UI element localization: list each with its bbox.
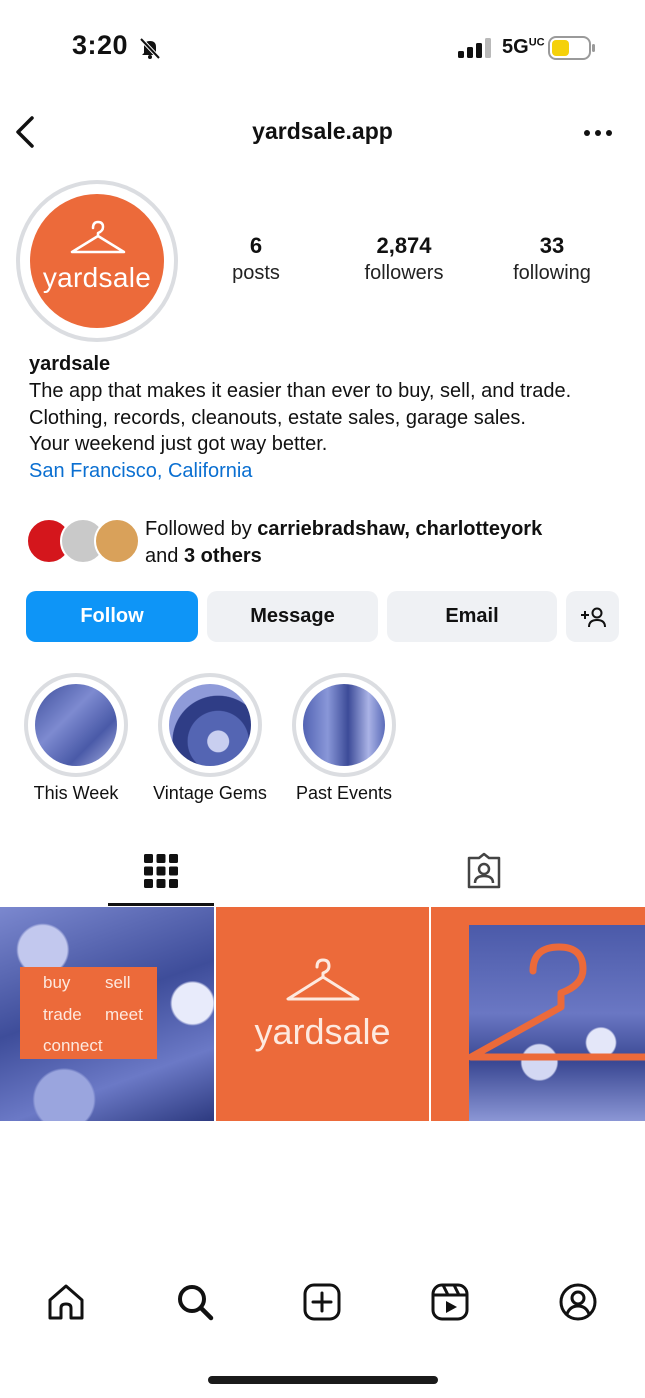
follow-button[interactable]: Follow [26,591,198,642]
post-wordmark: yardsale [254,1011,391,1052]
hanger-icon [286,958,360,1001]
battery-icon [548,36,595,60]
highlight-label: Past Events [295,783,393,803]
message-button[interactable]: Message [207,591,378,642]
tab-tagged[interactable] [430,838,536,906]
status-time: 3:20 [72,30,129,60]
post-tile[interactable]: yardsale [216,907,429,1121]
stat-following[interactable]: 33 following [482,232,622,286]
signal-icon [458,38,491,58]
post-tile[interactable]: buy sell trade meet connect [0,907,214,1121]
nav-header: yardsale.app [0,100,645,164]
status-bar: 3:20 5GUC [0,0,645,96]
post-word: trade [43,1005,82,1024]
bottom-nav [0,1266,645,1338]
bell-slash-icon [139,37,161,60]
profile-tabs [0,838,645,906]
post-word: buy [43,973,71,992]
suggest-people-button[interactable] [566,591,619,642]
highlight-label: Vintage Gems [153,783,267,803]
followed-by-text: Followed by carriebradshaw, charlotteyor… [145,518,543,567]
reels-icon[interactable] [430,1282,470,1322]
post-caption-box: buy sell trade meet connect [20,967,157,1059]
create-icon[interactable] [302,1282,342,1322]
mutual-avatar [94,518,140,564]
stat-label: followers [364,262,444,284]
profile-bio: yardsale The app that makes it easier th… [29,350,639,484]
avatar-wordmark: yardsale [42,262,152,293]
highlight-ring [292,673,396,777]
hanger-icon [469,943,645,1061]
home-icon[interactable] [46,1282,86,1322]
tab-posts-grid[interactable] [108,838,214,906]
avatar-image: yardsale [30,194,164,328]
highlight-ring [158,673,262,777]
stat-value: 33 [539,233,565,258]
bio-line: Clothing, records, cleanouts, estate sal… [29,406,526,429]
avatar[interactable]: yardsale [16,180,178,342]
followed-by[interactable]: Followed by carriebradshaw, charlotteyor… [26,516,636,572]
stat-posts[interactable]: 6 posts [186,232,326,286]
email-button[interactable]: Email [387,591,557,642]
post-word: meet [105,1005,143,1024]
more-horizontal-icon[interactable] [580,122,616,142]
stat-label: following [513,262,591,284]
network-label: 5GUC [502,36,545,58]
bio-line: Your weekend just got way better. [29,433,328,455]
profile-actions: Follow Message Email [26,591,620,643]
page-title: yardsale.app [252,118,393,144]
highlight-thumbnail [35,684,117,766]
hanger-icon [70,220,126,254]
highlight-thumbnail [303,684,385,766]
profile-icon[interactable] [558,1282,598,1322]
tagged-icon [467,852,501,889]
stat-value: 2,874 [376,233,432,258]
grid-icon [144,854,178,888]
stat-followers[interactable]: 2,874 followers [334,232,474,286]
profile-stats: 6 posts 2,874 followers 33 following [200,232,620,292]
profile-name: yardsale [29,353,111,375]
highlight-thumbnail [169,684,251,766]
person-add-icon [580,607,606,627]
post-word: connect [43,1036,103,1055]
post-word: sell [105,973,131,992]
location-link[interactable]: San Francisco, California [29,458,639,485]
highlight-label: This Week [33,783,119,803]
bio-line: The app that makes it easier than ever t… [29,380,572,402]
stat-value: 6 [249,233,263,258]
search-icon[interactable] [175,1282,215,1322]
stat-label: posts [232,262,280,284]
post-tile[interactable] [431,907,645,1121]
highlight-ring [24,673,128,777]
home-indicator[interactable] [208,1376,438,1384]
